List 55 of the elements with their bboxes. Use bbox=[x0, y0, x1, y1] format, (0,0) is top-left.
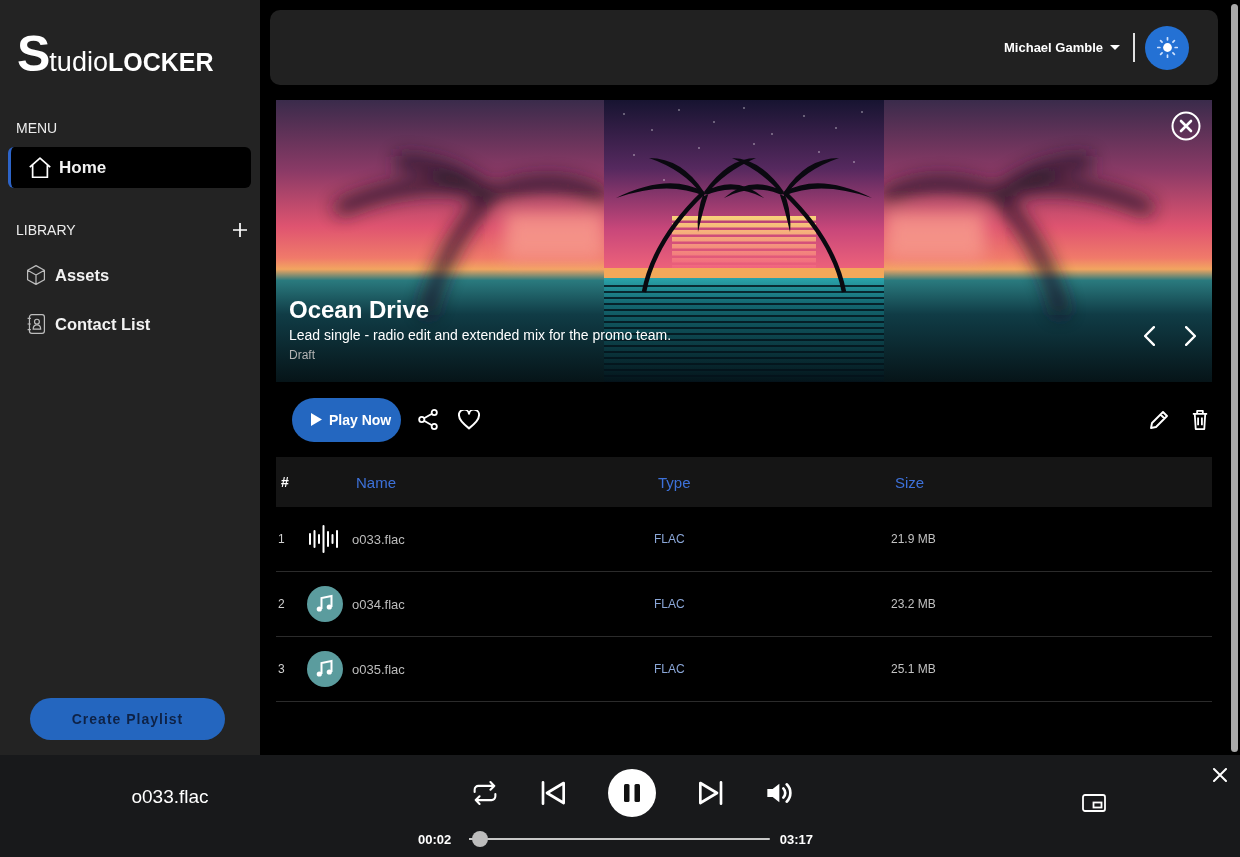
pencil-icon[interactable] bbox=[1150, 410, 1168, 429]
progress-thumb[interactable] bbox=[472, 831, 489, 847]
heart-icon[interactable] bbox=[458, 409, 480, 430]
table-cell-text: FLAC bbox=[653, 597, 685, 611]
home-icon bbox=[29, 157, 51, 178]
logo: StudioLOCKER bbox=[17, 29, 214, 79]
pause-icon bbox=[624, 784, 640, 802]
sidebar-item[interactable]: Contact List bbox=[8, 304, 251, 344]
menu-heading: MENU bbox=[16, 119, 58, 137]
table-cell-text: FLAC bbox=[653, 662, 685, 676]
total-time: 03:17 bbox=[779, 831, 813, 847]
table-cell-text: o035.flac bbox=[351, 661, 405, 677]
elapsed-time: 00:02 bbox=[418, 831, 452, 847]
table-cell-text: 21.9 MB bbox=[890, 532, 936, 546]
skip-back-icon[interactable] bbox=[540, 781, 566, 805]
add-icon[interactable] bbox=[233, 223, 247, 237]
table-cell-text: 2 bbox=[277, 597, 285, 611]
close-icon[interactable] bbox=[1171, 111, 1201, 141]
column-header[interactable]: Type bbox=[650, 473, 691, 491]
caret-icon bbox=[1110, 45, 1120, 50]
album-title: Ocean Drive bbox=[289, 296, 430, 324]
repeat-icon[interactable] bbox=[472, 781, 498, 805]
skip-forward-icon[interactable] bbox=[698, 781, 724, 805]
chevron-left-icon[interactable] bbox=[1144, 326, 1155, 346]
play-pause-button[interactable] bbox=[608, 769, 656, 817]
status-label: Draft bbox=[289, 347, 315, 363]
table-cell-text: 1 bbox=[277, 532, 285, 546]
cube-icon bbox=[26, 265, 46, 285]
sidebar-item[interactable]: Assets bbox=[8, 255, 251, 295]
scrollbar-thumb[interactable] bbox=[1230, 4, 1238, 752]
trash-icon[interactable] bbox=[1192, 409, 1208, 430]
table-cell-text: 3 bbox=[277, 662, 285, 676]
play-now-button[interactable]: Play Now bbox=[292, 397, 401, 442]
sun-icon bbox=[1156, 37, 1178, 58]
table-cell-text: o033.flac bbox=[351, 531, 405, 547]
user-menu-button[interactable]: Michael Gamble bbox=[1004, 40, 1120, 55]
table-cell-text: o034.flac bbox=[351, 596, 405, 612]
track-title: o033.flac bbox=[131, 786, 209, 808]
column-header[interactable]: # bbox=[276, 474, 289, 490]
library-heading: LIBRARY bbox=[16, 221, 76, 239]
close-icon[interactable] bbox=[1213, 768, 1227, 782]
table-cell-text: FLAC bbox=[653, 532, 685, 546]
contact-book-icon bbox=[26, 314, 46, 334]
theme-toggle-button[interactable] bbox=[1145, 25, 1189, 70]
table-cell-text: 25.1 MB bbox=[890, 662, 936, 676]
chevron-right-icon[interactable] bbox=[1185, 326, 1196, 346]
play-icon bbox=[311, 413, 322, 426]
volume-icon[interactable] bbox=[766, 781, 792, 805]
share-icon[interactable] bbox=[418, 409, 438, 430]
column-header[interactable]: Name bbox=[348, 473, 396, 491]
picture-in-picture-icon[interactable] bbox=[1082, 794, 1106, 812]
sidebar-item[interactable]: Home bbox=[8, 147, 251, 188]
table-cell-text: 23.2 MB bbox=[890, 597, 936, 611]
column-header[interactable]: Size bbox=[887, 473, 925, 491]
album-description: Lead single - radio edit and extended mix for the promo team. bbox=[289, 326, 672, 344]
